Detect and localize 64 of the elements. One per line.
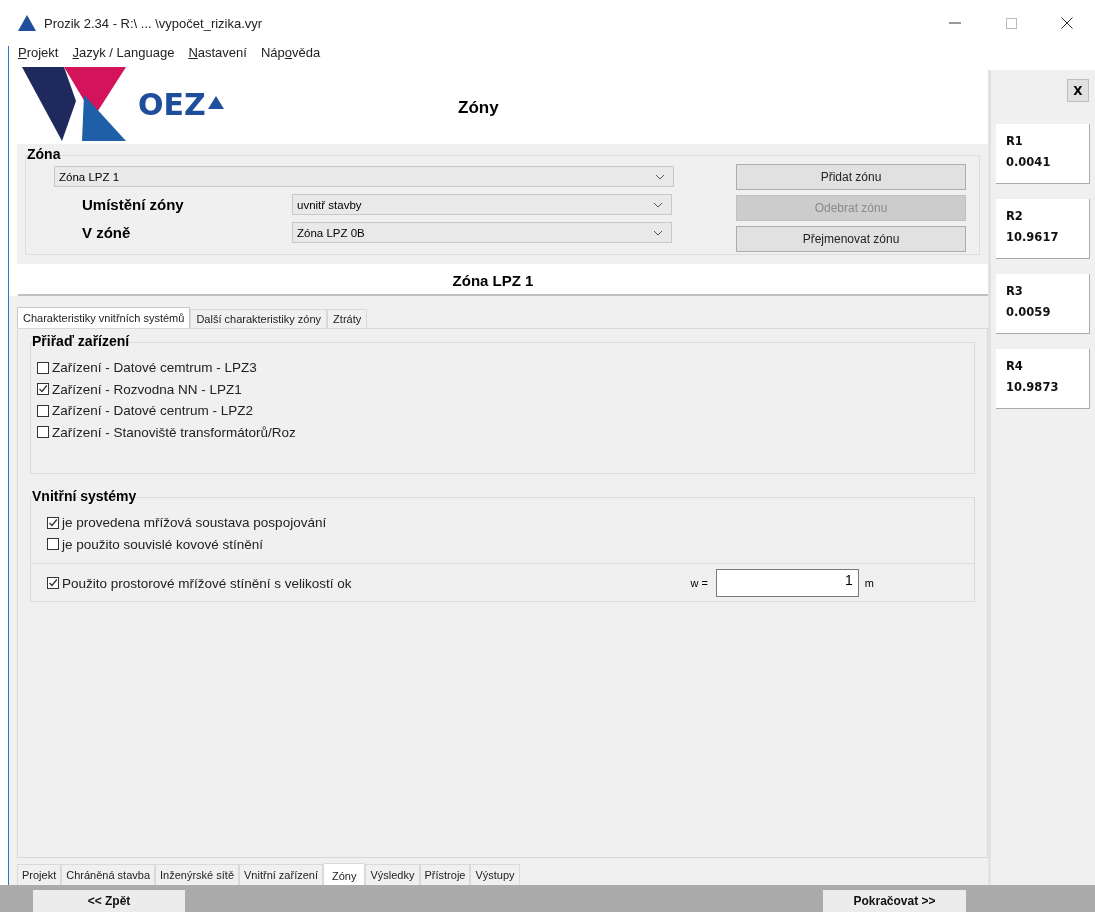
chevron-down-icon <box>653 229 663 236</box>
checkbox-label: Zařízení - Stanoviště transformátorů/Roz <box>52 424 296 440</box>
tab[interactable]: Chráněná stavba <box>61 864 156 885</box>
field-label: V zóně <box>81 224 132 241</box>
tab[interactable]: Zóny <box>323 863 366 885</box>
result-name: R3 <box>1006 284 1024 298</box>
group-legend: Zóna <box>27 146 980 162</box>
tab[interactable]: Vnitřní zařízení <box>239 864 323 885</box>
checkbox-label: je provedena mřížová soustava pospojování <box>62 515 327 531</box>
tab[interactable]: Projekt <box>17 864 62 885</box>
zone-button[interactable]: Přidat zónu <box>736 164 966 190</box>
chevron-down-icon <box>653 201 663 208</box>
next-button[interactable]: Pokračovat >> <box>823 889 966 912</box>
logo-icon <box>22 67 126 141</box>
menu-item[interactable]: Nápověda <box>260 44 321 60</box>
result-name: R2 <box>1006 209 1024 223</box>
menu-item[interactable]: Projekt <box>18 44 59 60</box>
triangle-icon <box>18 15 36 31</box>
logo-text: OEZ <box>138 86 206 122</box>
input-field[interactable]: 1 <box>715 569 859 597</box>
field-label: w = <box>690 577 708 589</box>
tab[interactable]: Charakteristiky vnitřních systémů <box>17 307 191 328</box>
tab[interactable]: Výstupy <box>470 864 520 885</box>
checkbox[interactable] <box>37 383 49 396</box>
checkbox[interactable] <box>37 426 49 439</box>
back-button[interactable]: << Zpět <box>33 889 185 912</box>
dropdown[interactable]: Zóna LPZ 0B <box>292 222 672 243</box>
group-legend: Vnitřní systémy <box>32 488 975 504</box>
tab[interactable]: Výsledky <box>365 864 420 885</box>
page-title: Zóny <box>458 98 499 118</box>
menu-item[interactable]: Jazyk / Language <box>72 44 175 60</box>
result-value: 0.0041 <box>1006 155 1052 169</box>
tab[interactable]: Další charakteristiky zóny <box>190 309 328 328</box>
checkbox[interactable] <box>37 361 49 374</box>
zone-button[interactable]: Přejmenovat zónu <box>736 226 966 252</box>
checkbox[interactable] <box>47 538 59 551</box>
section-title: Zóna LPZ 1 <box>452 271 534 289</box>
chevron-down-icon <box>655 173 665 180</box>
field-label: Umístění zóny <box>81 196 185 213</box>
result-value: 10.9873 <box>1006 380 1060 394</box>
checkbox-label: Zařízení - Datové centrum - LPZ2 <box>52 403 254 419</box>
checkbox-label: je použito souvislé kovové stínění <box>62 536 264 552</box>
tab[interactable]: Ztráty <box>327 309 368 328</box>
window-title: Prozik 2.34 - R:\ ... \vypočet_rizika.vyr <box>44 15 263 31</box>
checkbox-label: Zařízení - Datové cemtrum - LPZ3 <box>52 360 257 376</box>
group-legend: Přiřaď zařízení <box>32 333 975 349</box>
checkbox[interactable] <box>47 577 59 589</box>
unit-label: m <box>864 577 874 589</box>
result-name: R1 <box>1006 134 1024 148</box>
checkbox[interactable] <box>47 516 59 529</box>
dropdown[interactable]: uvnitř stavby <box>292 194 672 215</box>
tab[interactable]: Přístroje <box>419 864 471 885</box>
checkbox-label: Použito prostorové mřížové stínění s velikostí ok <box>62 575 352 591</box>
triangle-icon <box>207 95 224 109</box>
checkbox-label: Zařízení - Rozvodna NN - LPZ1 <box>52 381 242 397</box>
close-icon[interactable] <box>1061 17 1073 29</box>
close-button[interactable]: X <box>1067 79 1089 102</box>
tab[interactable]: Inženýrské sítě <box>155 864 239 885</box>
result-value: 0.0059 <box>1006 305 1052 319</box>
menu-item[interactable]: Nastavení <box>188 44 247 60</box>
result-value: 10.9617 <box>1006 230 1060 244</box>
result-name: R4 <box>1006 359 1024 373</box>
checkbox[interactable] <box>37 404 49 417</box>
dropdown[interactable]: Zóna LPZ 1 <box>54 166 674 187</box>
